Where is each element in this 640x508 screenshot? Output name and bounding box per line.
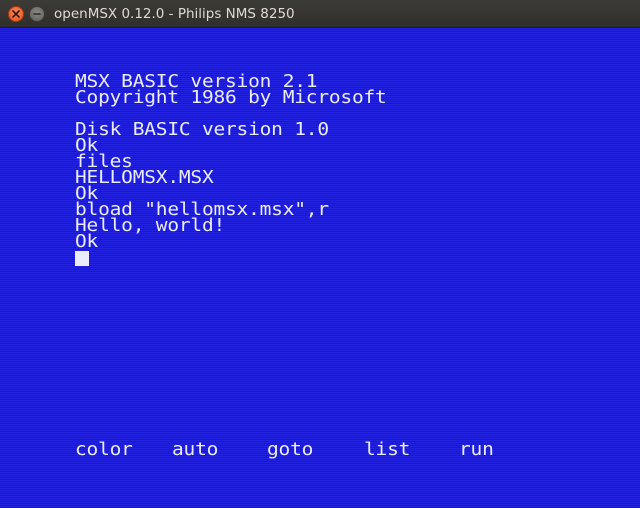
title-bar: openMSX 0.12.0 - Philips NMS 8250	[0, 0, 640, 28]
function-key-3: goto	[267, 438, 314, 460]
function-key-4: list	[364, 438, 411, 460]
close-button[interactable]	[8, 6, 24, 22]
screen-line: Disk BASIC version 1.0	[75, 118, 329, 140]
function-key-2: auto	[172, 438, 219, 460]
openmsx-window: openMSX 0.12.0 - Philips NMS 8250 MSX BA…	[0, 0, 640, 508]
close-icon	[12, 10, 20, 18]
function-key-1: color	[75, 438, 133, 460]
text-cursor	[75, 251, 89, 266]
minimize-button[interactable]	[29, 6, 45, 22]
msx-screen[interactable]: MSX BASIC version 2.1 Copyright 1986 by …	[0, 28, 640, 508]
function-key-5: run	[459, 438, 494, 460]
window-title: openMSX 0.12.0 - Philips NMS 8250	[54, 6, 295, 22]
screen-line: Ok	[75, 230, 99, 252]
minimize-icon	[33, 13, 41, 15]
screen-line: Copyright 1986 by Microsoft	[75, 86, 387, 108]
